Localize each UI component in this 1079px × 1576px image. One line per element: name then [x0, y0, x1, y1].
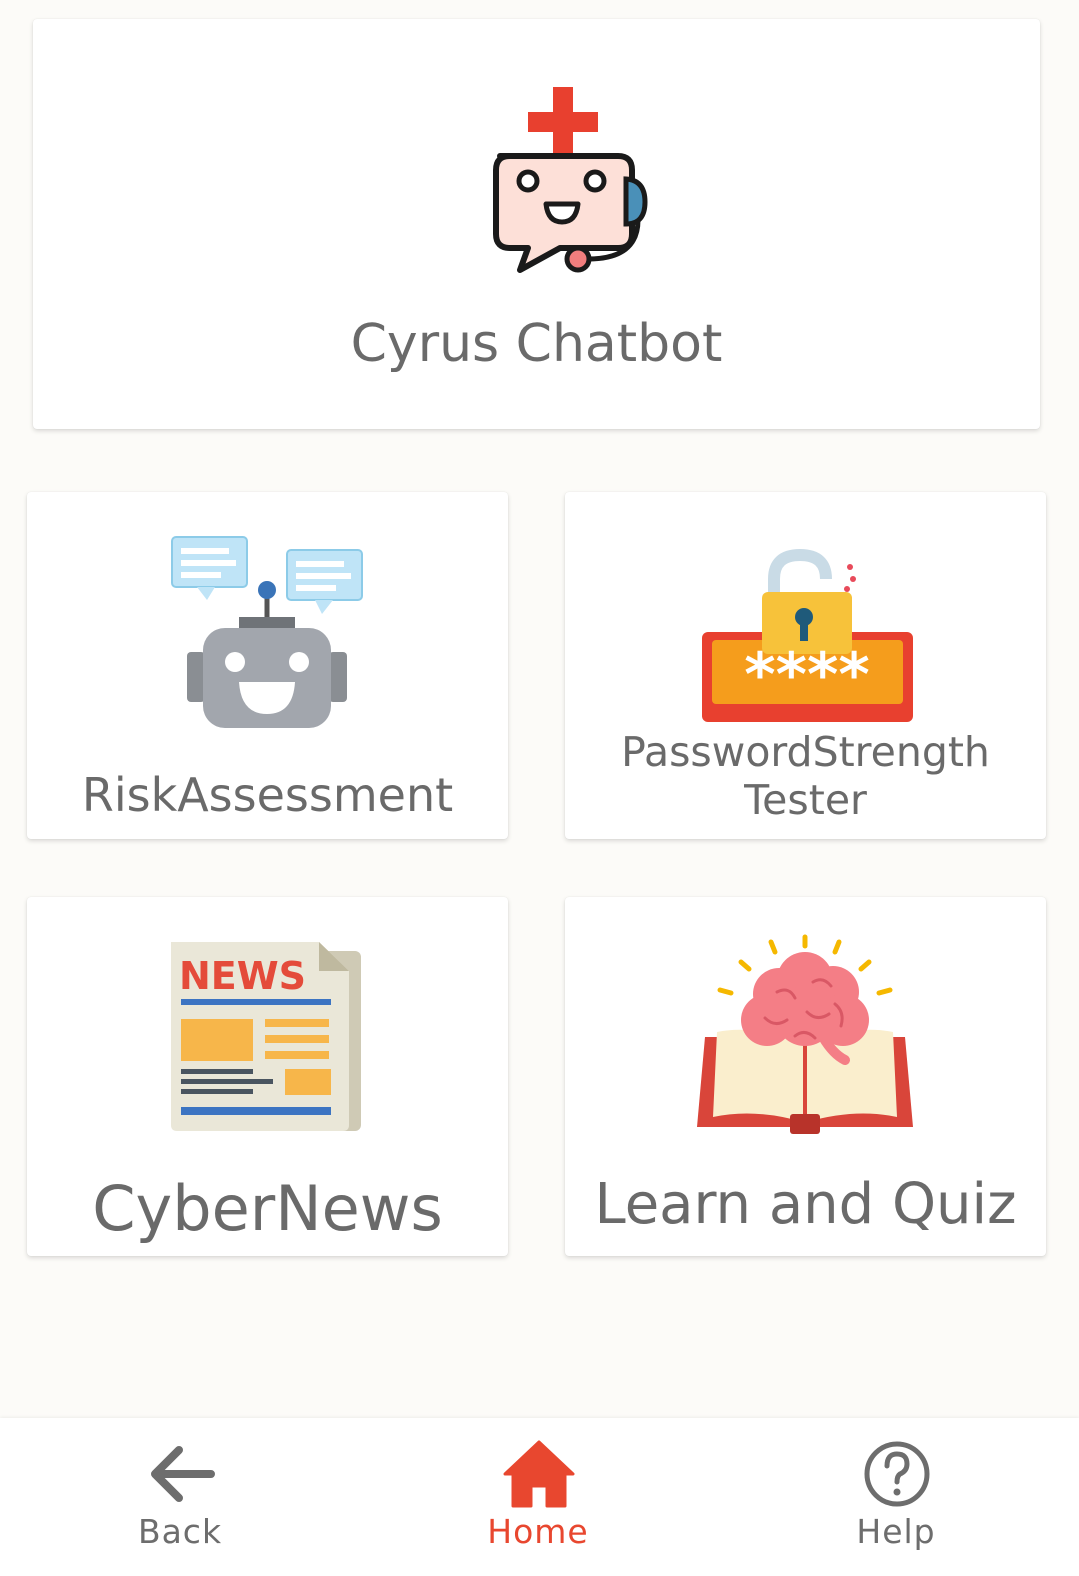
- risk-assessment-label: RiskAssessment: [81, 768, 454, 822]
- nav-home-label: Home: [487, 1512, 589, 1551]
- masked-password-text: ****: [744, 640, 870, 710]
- brain-book-icon: [697, 934, 913, 1134]
- cyrus-chatbot-card[interactable]: Cyrus Chatbot: [33, 19, 1040, 429]
- help-circle-icon: [864, 1441, 930, 1507]
- nav-help-label: Help: [856, 1512, 936, 1551]
- newspaper-icon: NEWS: [171, 942, 361, 1131]
- password-strength-tester-card[interactable]: **** PasswordStrength Tester: [565, 492, 1046, 839]
- nav-back-label: Back: [137, 1512, 223, 1551]
- learn-and-quiz-label: Learn and Quiz: [594, 1172, 1017, 1237]
- password-strength-tester-label: PasswordStrength Tester: [621, 728, 990, 825]
- risk-assessment-card[interactable]: RiskAssessment: [27, 492, 508, 839]
- learn-and-quiz-card[interactable]: Learn and Quiz: [565, 897, 1046, 1256]
- robot-chat-icon: [171, 536, 363, 728]
- nav-help-button[interactable]: Help: [716, 1418, 1076, 1576]
- robot-medic-chat-icon: [493, 87, 648, 273]
- home-icon: [503, 1440, 575, 1508]
- arrow-left-icon: [151, 1446, 215, 1502]
- nav-back-button[interactable]: Back: [0, 1418, 360, 1576]
- nav-home-button[interactable]: Home: [358, 1418, 718, 1576]
- bottom-navigation-bar: Back Home Help: [0, 1418, 1079, 1576]
- cyber-news-label: CyberNews: [92, 1172, 443, 1245]
- cyrus-chatbot-label: Cyrus Chatbot: [350, 314, 723, 374]
- news-masthead-text: NEWS: [179, 954, 306, 998]
- password-lock-icon: ****: [702, 548, 913, 722]
- cyber-news-card[interactable]: NEWS CyberNews: [27, 897, 508, 1256]
